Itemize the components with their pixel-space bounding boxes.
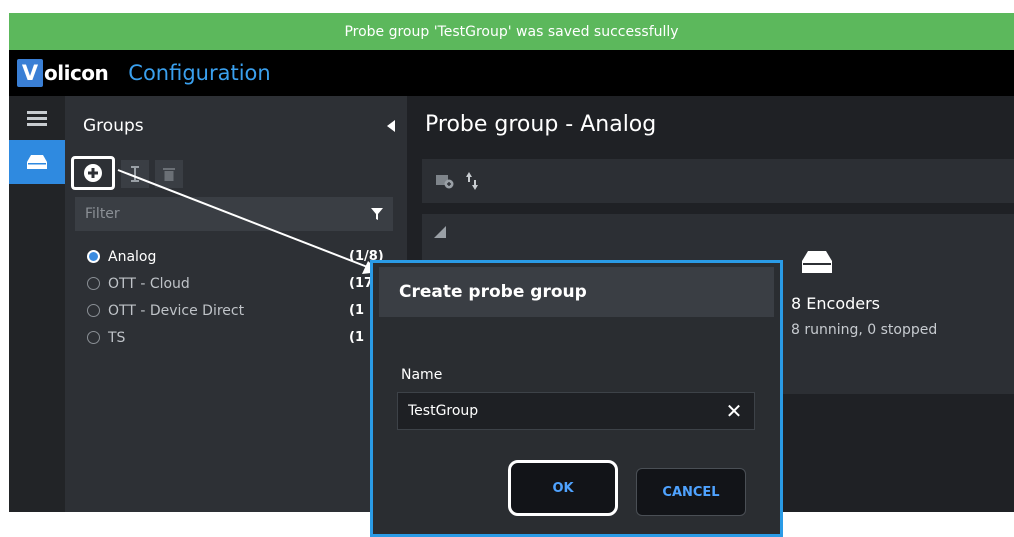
plus-circle-icon xyxy=(84,164,102,182)
radio-icon[interactable] xyxy=(87,304,100,317)
radio-icon[interactable] xyxy=(87,331,100,344)
rename-group-button[interactable] xyxy=(121,160,149,188)
toast-message: Probe group 'TestGroup' was saved succes… xyxy=(344,23,679,40)
collapse-triangle-icon[interactable] xyxy=(434,226,446,238)
groups-toolbar xyxy=(71,156,183,190)
group-list: Analog (1/8) OTT - Cloud (17 OTT - Devic… xyxy=(87,243,387,351)
clear-icon[interactable]: ✕ xyxy=(724,399,744,423)
group-item-ott-device-direct[interactable]: OTT - Device Direct (1 xyxy=(87,297,387,324)
name-label: Name xyxy=(401,367,443,383)
radio-selected-icon[interactable] xyxy=(87,250,100,263)
group-item-count: (1 xyxy=(349,330,364,345)
encoder-status: 8 running, 0 stopped xyxy=(791,322,938,338)
logo-mark: V xyxy=(17,59,43,87)
encoder-count: 8 Encoders xyxy=(791,294,881,313)
encoder-drive-icon xyxy=(802,251,832,273)
add-group-button[interactable] xyxy=(71,156,115,190)
sort-arrows-icon[interactable] xyxy=(466,172,478,190)
dialog-title-text: Create probe group xyxy=(399,282,587,302)
logo-text: olicon xyxy=(44,61,109,85)
cancel-button[interactable]: CANCEL xyxy=(636,468,746,516)
group-item-label: OTT - Device Direct xyxy=(108,302,245,319)
text-cursor-icon xyxy=(131,166,139,182)
groups-panel: Groups Filter Analog (1/8) OTT - Cloud (… xyxy=(65,96,407,512)
collapse-left-icon[interactable] xyxy=(387,120,395,132)
success-toast: Probe group 'TestGroup' was saved succes… xyxy=(9,13,1014,50)
drive-icon xyxy=(27,155,47,169)
probe-toolbar xyxy=(422,159,1014,203)
ok-button[interactable]: OK xyxy=(508,460,618,516)
dialog-title: Create probe group xyxy=(379,267,774,317)
group-item-ott-cloud[interactable]: OTT - Cloud (17 xyxy=(87,270,387,297)
group-item-ts[interactable]: TS (1 xyxy=(87,324,387,351)
funnel-icon[interactable] xyxy=(371,208,383,220)
probe-groups-nav-button[interactable] xyxy=(9,140,65,184)
page-title: Probe group - Analog xyxy=(425,112,657,137)
group-item-analog[interactable]: Analog (1/8) xyxy=(87,243,387,270)
group-item-count: (1 xyxy=(349,303,364,318)
name-input[interactable] xyxy=(408,403,724,419)
delete-group-button[interactable] xyxy=(155,160,183,188)
add-probe-icon[interactable] xyxy=(436,173,454,189)
volicon-logo[interactable]: V olicon xyxy=(17,59,109,87)
name-field[interactable]: ✕ xyxy=(397,392,755,430)
menu-button[interactable] xyxy=(9,96,65,140)
group-item-label: TS xyxy=(108,329,126,346)
group-item-label: OTT - Cloud xyxy=(108,275,190,292)
filter-field[interactable] xyxy=(75,197,393,231)
top-bar: V olicon Configuration xyxy=(9,50,1014,96)
hamburger-icon xyxy=(27,111,47,126)
groups-title: Groups xyxy=(83,116,144,136)
create-probe-group-dialog: Create probe group Name ✕ OK CANCEL xyxy=(370,260,783,537)
group-item-label: Analog xyxy=(108,248,157,265)
trash-icon xyxy=(163,168,175,181)
radio-icon[interactable] xyxy=(87,277,100,290)
app-title: Configuration xyxy=(128,61,271,85)
icon-sidebar xyxy=(9,96,65,512)
filter-input[interactable] xyxy=(85,206,345,222)
